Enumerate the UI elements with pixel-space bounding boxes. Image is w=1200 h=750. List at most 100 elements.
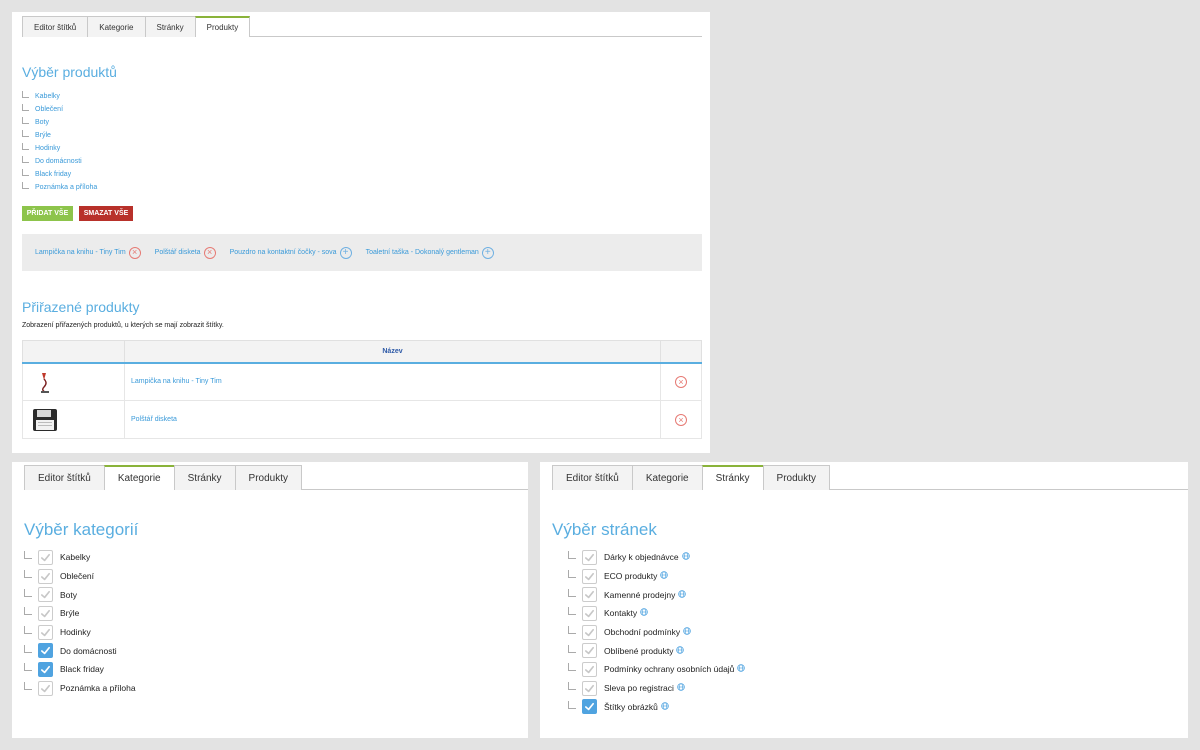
- checkbox-label[interactable]: Hodinky: [60, 627, 91, 637]
- tab-label-editor[interactable]: Editor štítků: [24, 465, 105, 490]
- product-chip[interactable]: Toaletní taška - Dokonalý gentleman +: [366, 246, 494, 259]
- globe-icon: [678, 589, 687, 600]
- checkbox-unchecked[interactable]: [582, 568, 597, 584]
- checkbox-label[interactable]: ECO produkty: [604, 571, 657, 581]
- tree-item-label[interactable]: Poznámka a příloha: [35, 184, 97, 191]
- checkbox-unchecked[interactable]: [38, 680, 53, 696]
- tree-elbow-icon: [568, 644, 576, 653]
- checkbox-tree-item: Kamenné prodejny: [568, 585, 745, 604]
- delete-all-button[interactable]: SMAZAT VŠE: [79, 206, 133, 221]
- tab-categories[interactable]: Kategorie: [87, 16, 146, 37]
- checkbox-tree-item: Kabelky: [24, 548, 136, 567]
- checkbox-label[interactable]: Podmínky ochrany osobních údajů: [604, 664, 734, 674]
- categories-heading: Výběr kategorií: [24, 520, 139, 539]
- chip-label[interactable]: Lampička na knihu - Tiny Tim: [35, 249, 126, 256]
- tree-item[interactable]: Brýle: [22, 129, 97, 142]
- checkbox-unchecked[interactable]: [38, 587, 53, 603]
- remove-circle-icon[interactable]: ×: [675, 375, 687, 388]
- checkbox-tree-item: Podmínky ochrany osobních údajů: [568, 660, 746, 679]
- checkbox-label[interactable]: Do domácnosti: [60, 646, 117, 656]
- pages-panel: Editor štítků Kategorie Stránky Produkty…: [540, 462, 1188, 738]
- checkbox-label[interactable]: Brýle: [60, 608, 79, 618]
- product-name[interactable]: Lampička na knihu - Tiny Tim: [124, 362, 661, 401]
- tab-bar: Editor štítků Kategorie Stránky Produkty: [24, 465, 528, 490]
- product-chip[interactable]: Lampička na knihu - Tiny Tim ×: [35, 246, 141, 259]
- chip-label[interactable]: Toaletní taška - Dokonalý gentleman: [366, 249, 479, 256]
- tree-item-label[interactable]: Boty: [35, 119, 49, 126]
- tab-pages[interactable]: Stránky: [701, 465, 764, 490]
- tab-products[interactable]: Produkty: [234, 465, 302, 490]
- tab-products[interactable]: Produkty: [762, 465, 830, 490]
- checkmark-icon: [585, 553, 594, 562]
- tree-item[interactable]: Kabelky: [22, 90, 97, 103]
- checkbox-unchecked[interactable]: [38, 568, 53, 584]
- checkbox-label[interactable]: Obchodní podmínky: [604, 627, 680, 637]
- tree-item-label[interactable]: Kabelky: [35, 93, 60, 100]
- tree-item[interactable]: Oblečení: [22, 103, 97, 116]
- tree-item[interactable]: Boty: [22, 116, 97, 129]
- checkbox-unchecked[interactable]: [38, 624, 53, 640]
- checkbox-label[interactable]: Oblíbené produkty: [604, 646, 673, 656]
- products-panel: Editor štítků Kategorie Stránky Produkty…: [12, 12, 710, 453]
- checkbox-unchecked[interactable]: [582, 587, 597, 603]
- checkbox-unchecked[interactable]: [582, 624, 597, 640]
- tree-item-label[interactable]: Hodinky: [35, 145, 60, 152]
- assigned-products-table: Název Lampička na knihu - Tiny Tim × Pol…: [22, 340, 702, 439]
- tab-pages[interactable]: Stránky: [173, 465, 236, 490]
- checkbox-unchecked[interactable]: [38, 605, 53, 621]
- checkbox-tree-item: Black friday: [24, 660, 136, 679]
- tab-categories[interactable]: Kategorie: [103, 465, 175, 490]
- checkbox-label[interactable]: Kabelky: [60, 552, 90, 562]
- tree-item[interactable]: Poznámka a příloha: [22, 181, 97, 194]
- product-name[interactable]: Polštář disketa: [124, 400, 661, 439]
- tree-item[interactable]: Black friday: [22, 168, 97, 181]
- tab-products[interactable]: Produkty: [194, 16, 251, 37]
- checkbox-unchecked[interactable]: [582, 680, 597, 696]
- tree-item[interactable]: Hodinky: [22, 142, 97, 155]
- remove-circle-icon[interactable]: ×: [675, 413, 687, 426]
- chip-label[interactable]: Polštář disketa: [155, 249, 201, 256]
- tab-label-editor[interactable]: Editor štítků: [22, 16, 89, 37]
- checkbox-label[interactable]: Poznámka a příloha: [60, 683, 136, 693]
- remove-circle-icon[interactable]: ×: [203, 246, 216, 259]
- tab-label-editor[interactable]: Editor štítků: [552, 465, 633, 490]
- checkbox-unchecked[interactable]: [582, 643, 597, 659]
- checkbox-checked[interactable]: [38, 643, 53, 659]
- checkbox-label[interactable]: Oblečení: [60, 571, 94, 581]
- tab-categories[interactable]: Kategorie: [631, 465, 703, 490]
- checkbox-label[interactable]: Kamenné prodejny: [604, 590, 675, 600]
- checkbox-unchecked[interactable]: [582, 549, 597, 565]
- tree-item-label[interactable]: Do domácnosti: [35, 158, 82, 165]
- checkmark-icon: [585, 703, 594, 711]
- checkbox-checked[interactable]: [582, 699, 597, 715]
- tree-item-label[interactable]: Oblečení: [35, 106, 63, 113]
- checkbox-label[interactable]: Black friday: [60, 664, 104, 674]
- checkbox-unchecked[interactable]: [582, 661, 597, 677]
- checkbox-tree-item: Oblíbené produkty: [568, 641, 745, 660]
- product-chip[interactable]: Pouzdro na kontaktní čočky - sova +: [230, 246, 352, 259]
- checkbox-checked[interactable]: [38, 661, 53, 677]
- tree-item-label[interactable]: Black friday: [35, 171, 71, 178]
- checkbox-tree-item: Štítky obrázků: [568, 698, 745, 717]
- table-header-name[interactable]: Název: [124, 340, 661, 364]
- checkmark-icon: [41, 609, 50, 618]
- checkbox-label[interactable]: Štítky obrázků: [604, 702, 658, 712]
- tree-item-label[interactable]: Brýle: [35, 132, 51, 139]
- chip-label[interactable]: Pouzdro na kontaktní čočky - sova: [230, 249, 337, 256]
- checkbox-unchecked[interactable]: [38, 549, 53, 565]
- checkbox-label[interactable]: Boty: [60, 590, 77, 600]
- product-delete-cell: ×: [660, 362, 702, 401]
- add-circle-icon[interactable]: +: [339, 246, 352, 259]
- checkbox-label[interactable]: Dárky k objednávce: [604, 552, 679, 562]
- page-checkbox-tree: Dárky k objednávce ECO produkty Kamenné pr…: [568, 548, 746, 717]
- checkbox-label[interactable]: Kontakty: [604, 608, 637, 618]
- tree-item[interactable]: Do domácnosti: [22, 155, 97, 168]
- checkbox-tree-item: Do domácnosti: [24, 641, 136, 660]
- checkbox-label[interactable]: Sleva po registraci: [604, 683, 674, 693]
- add-all-button[interactable]: PŘIDAT VŠE: [22, 206, 73, 221]
- product-chip[interactable]: Polštář disketa ×: [155, 246, 216, 259]
- add-circle-icon[interactable]: +: [481, 246, 494, 259]
- remove-circle-icon[interactable]: ×: [128, 246, 141, 259]
- checkbox-unchecked[interactable]: [582, 605, 597, 621]
- tab-pages[interactable]: Stránky: [144, 16, 196, 37]
